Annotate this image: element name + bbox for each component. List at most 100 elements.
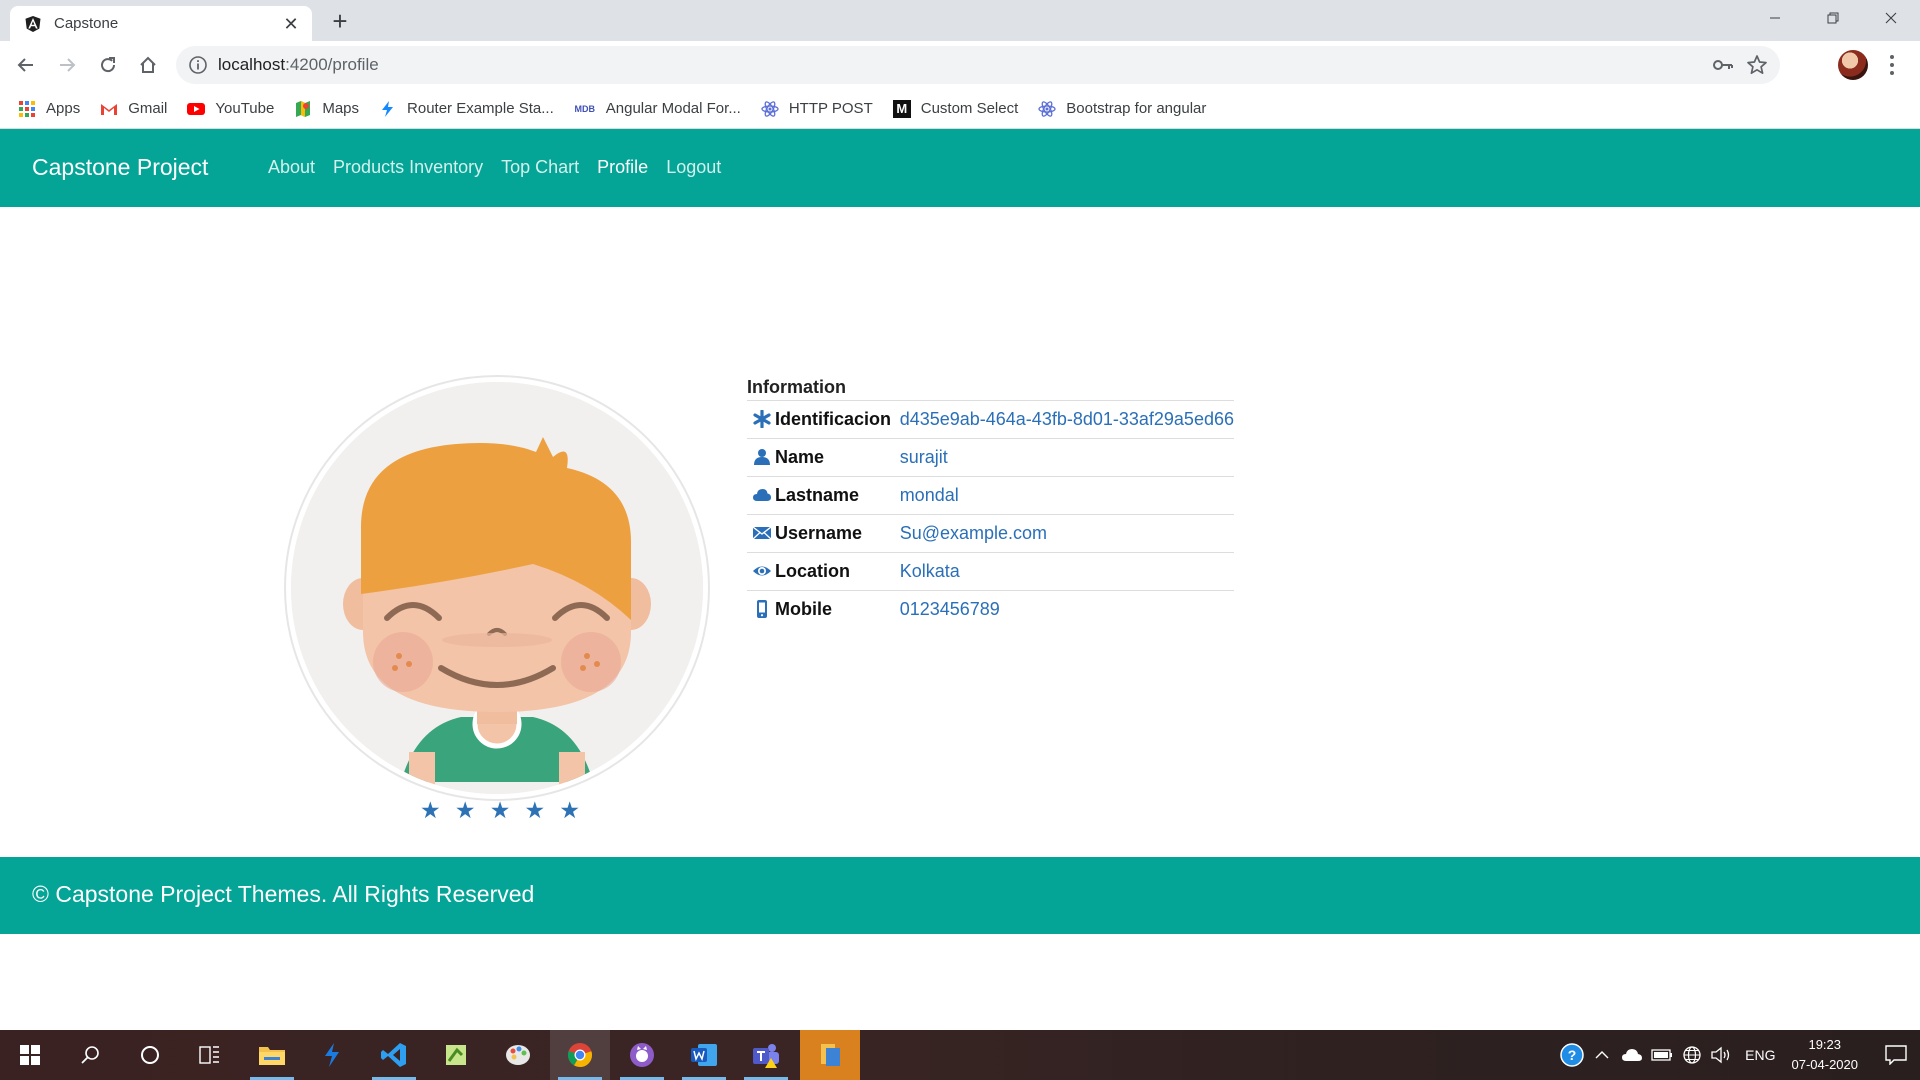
show-hidden-icons-icon[interactable] <box>1589 1042 1615 1068</box>
system-clock[interactable]: 19:23 07-04-2020 <box>1792 1035 1859 1075</box>
info-label: Name <box>775 447 825 467</box>
star-icon[interactable]: ★ <box>490 796 511 824</box>
bookmark-youtube[interactable]: YouTube <box>187 100 274 118</box>
forward-icon[interactable] <box>51 49 83 81</box>
browser-menu-icon[interactable] <box>1884 53 1900 77</box>
bookmark-label: Router Example Sta... <box>407 100 554 117</box>
help-icon[interactable]: ? <box>1559 1042 1585 1068</box>
file-explorer-icon[interactable] <box>242 1030 302 1080</box>
close-window-icon[interactable] <box>1862 0 1920 36</box>
browser-profile-avatar[interactable] <box>1838 50 1868 80</box>
search-icon[interactable] <box>60 1030 120 1080</box>
minimize-icon[interactable] <box>1746 0 1804 36</box>
app-footer: © Capstone Project Themes. All Rights Re… <box>0 857 1920 934</box>
info-label: Location <box>775 561 850 581</box>
nav-link-top-chart[interactable]: Top Chart <box>501 157 579 178</box>
vscode-icon[interactable] <box>364 1030 424 1080</box>
restore-icon[interactable] <box>1804 0 1862 36</box>
notification-center-icon[interactable] <box>1872 1030 1920 1080</box>
language-indicator[interactable]: ENG <box>1745 1047 1775 1063</box>
windows-start-icon[interactable] <box>0 1030 60 1080</box>
star-icon[interactable]: ★ <box>420 796 441 824</box>
bookmark-bootstrap-angular[interactable]: Bootstrap for angular <box>1038 100 1206 118</box>
info-label-cell: Identificacion <box>747 401 900 439</box>
apps-grid-icon <box>19 100 35 117</box>
cloud-icon <box>753 489 771 501</box>
table-row: Lastname mondal <box>747 476 1234 515</box>
bookmark-label: Bootstrap for angular <box>1066 100 1207 117</box>
phone-icon <box>757 600 767 619</box>
reload-icon[interactable] <box>92 49 124 81</box>
footer-copyright: © Capstone Project Themes. All Rights Re… <box>32 881 535 907</box>
bookmark-http-post[interactable]: HTTP POST <box>761 100 873 118</box>
nav-link-products-inventory[interactable]: Products Inventory <box>333 157 483 178</box>
youtube-icon <box>187 102 206 115</box>
chrome-icon[interactable] <box>550 1030 610 1080</box>
navbar-brand[interactable]: Capstone Project <box>32 154 208 181</box>
url-path: :4200/profile <box>285 55 379 74</box>
eye-icon <box>753 566 771 576</box>
nav-link-logout[interactable]: Logout <box>666 157 721 178</box>
paint-icon[interactable] <box>488 1030 548 1080</box>
user-icon <box>754 449 770 465</box>
profile-information: Information Identificacion d435e9ab-464a… <box>747 374 1234 629</box>
volume-icon[interactable] <box>1709 1042 1735 1068</box>
bookmark-angular-modal[interactable]: MDB Angular Modal For... <box>574 100 741 118</box>
star-icon[interactable]: ★ <box>559 796 580 824</box>
bookmark-maps[interactable]: Maps <box>294 100 359 118</box>
bookmark-router-example[interactable]: Router Example Sta... <box>379 100 554 118</box>
info-label-cell: Name <box>747 439 900 477</box>
site-info-icon[interactable] <box>188 55 208 75</box>
home-icon[interactable] <box>132 49 164 81</box>
sticky-file-icon[interactable] <box>800 1030 860 1080</box>
info-label: Identificacion <box>775 409 892 429</box>
battery-icon[interactable] <box>1649 1042 1675 1068</box>
bookmark-label: HTTP POST <box>788 100 873 117</box>
info-label-cell: Mobile <box>747 591 900 629</box>
react-icon <box>1038 100 1056 117</box>
onedrive-cloud-icon[interactable] <box>1619 1042 1645 1068</box>
cartoon-boy-avatar-icon <box>291 382 703 794</box>
bookmark-label: Gmail <box>128 100 168 117</box>
info-value: Kolkata <box>899 561 960 581</box>
address-bar[interactable]: localhost:4200/profile <box>176 46 1780 84</box>
gmail-icon <box>101 103 118 115</box>
bookmark-gmail[interactable]: Gmail <box>100 100 167 118</box>
tab-title: Capstone <box>54 15 119 32</box>
bookmark-custom-select[interactable]: M Custom Select <box>892 99 1019 118</box>
star-icon[interactable]: ★ <box>525 796 546 824</box>
bookmark-star-icon[interactable] <box>1746 54 1768 76</box>
nav-link-about[interactable]: About <box>268 157 315 178</box>
star-icon[interactable]: ★ <box>455 796 476 824</box>
system-tray: ? ENG 19:23 07-04-2020 <box>1557 1030 1920 1080</box>
url-host: localhost <box>218 55 286 74</box>
maps-icon <box>296 100 311 117</box>
stackblitz-icon <box>382 100 394 117</box>
task-view-icon[interactable] <box>180 1030 240 1080</box>
bookmark-label: Apps <box>46 100 81 117</box>
asterisk-icon <box>753 410 771 428</box>
teams-icon[interactable] <box>736 1030 796 1080</box>
word-icon[interactable] <box>674 1030 734 1080</box>
key-icon[interactable] <box>1712 55 1734 75</box>
back-icon[interactable] <box>10 49 42 81</box>
power-automate-icon[interactable] <box>302 1030 362 1080</box>
bookmark-label: Custom Select <box>920 100 1019 117</box>
new-tab-icon[interactable]: + <box>326 8 354 36</box>
tab-close-icon[interactable]: ✕ <box>282 15 300 33</box>
info-value: mondal <box>899 485 959 505</box>
browser-toolbar: localhost:4200/profile <box>0 41 1920 89</box>
bookmark-label: YouTube <box>215 100 275 117</box>
cortana-icon[interactable] <box>120 1030 180 1080</box>
info-value: surajit <box>899 447 948 467</box>
bookmark-apps[interactable]: Apps <box>18 100 80 118</box>
bookmarks-bar: Apps Gmail YouTube Maps Router Example S… <box>0 89 1920 129</box>
nav-link-profile[interactable]: Profile <box>597 157 648 178</box>
information-heading: Information <box>747 377 846 397</box>
address-bar-url: localhost:4200/profile <box>218 55 379 75</box>
network-globe-icon[interactable] <box>1679 1042 1705 1068</box>
notepad-plus-icon[interactable] <box>426 1030 486 1080</box>
browser-tab[interactable]: Capstone ✕ <box>10 6 312 41</box>
github-desktop-icon[interactable] <box>612 1030 672 1080</box>
window-controls <box>1746 0 1920 36</box>
